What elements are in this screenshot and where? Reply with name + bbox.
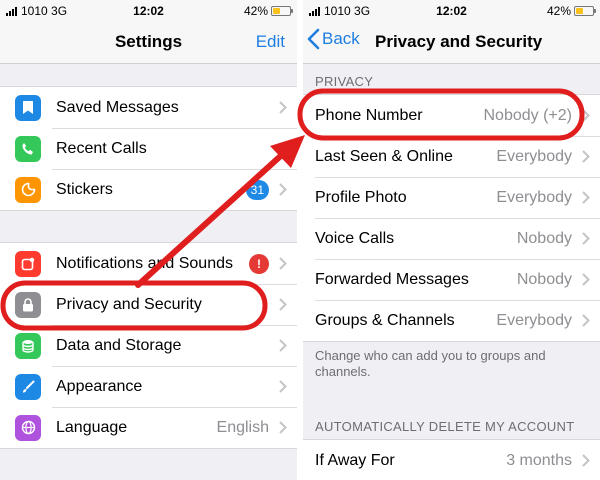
sticker-icon — [15, 176, 41, 203]
back-label: Back — [322, 29, 360, 48]
privacy-item-forwarded-messages[interactable]: Forwarded Messages Nobody — [303, 259, 600, 300]
settings-screen: 1010 3G 12:02 42% Settings Edit Saved Me… — [0, 0, 297, 480]
settings-item-label: Data and Storage — [56, 336, 182, 354]
settings-item-notifications[interactable]: Notifications and Sounds ! — [0, 243, 297, 284]
settings-group-secondary: Notifications and Sounds ! Privacy and S… — [0, 242, 297, 449]
delete-item-label: If Away For — [315, 451, 395, 469]
edit-button[interactable]: Edit — [256, 32, 285, 52]
privacy-item-value: Nobody (+2) — [483, 106, 573, 124]
lock-icon — [15, 291, 41, 318]
chevron-right-icon — [582, 273, 590, 286]
settings-item-label: Saved Messages — [56, 98, 179, 116]
settings-item-label: Appearance — [56, 377, 143, 395]
settings-group-primary: Saved Messages Recent Calls Stickers 31 — [0, 86, 297, 211]
privacy-item-value: Everybody — [496, 188, 572, 206]
privacy-security-screen: 1010 3G 12:02 42% Back Privacy and Secur… — [303, 0, 600, 480]
privacy-item-label: Forwarded Messages — [315, 270, 469, 288]
phone-icon — [15, 135, 41, 162]
navigation-bar: Back Privacy and Security — [303, 22, 600, 64]
settings-item-privacy-security[interactable]: Privacy and Security — [0, 284, 297, 325]
settings-item-data-storage[interactable]: Data and Storage — [0, 325, 297, 366]
delete-account-section-header: AUTOMATICALLY DELETE MY ACCOUNT — [315, 419, 575, 434]
privacy-item-voice-calls[interactable]: Voice Calls Nobody — [303, 218, 600, 259]
battery-icon — [271, 6, 293, 16]
settings-item-label: Language — [56, 418, 128, 436]
groups-footer-note: Change who can add you to groups and cha… — [315, 348, 546, 379]
settings-item-stickers[interactable]: Stickers 31 — [0, 169, 297, 210]
privacy-item-label: Phone Number — [315, 106, 423, 124]
brush-icon — [15, 373, 41, 400]
stickers-count-badge: 31 — [245, 180, 269, 200]
chevron-right-icon — [279, 298, 287, 311]
settings-item-appearance[interactable]: Appearance — [0, 366, 297, 407]
battery-percent: 42% — [546, 4, 571, 18]
privacy-item-label: Last Seen & Online — [315, 147, 453, 165]
settings-item-label: Stickers — [56, 180, 113, 198]
privacy-section-header: PRIVACY — [315, 74, 374, 89]
chevron-right-icon — [279, 101, 287, 114]
delete-account-group: If Away For 3 months — [303, 439, 600, 480]
chevron-right-icon — [582, 109, 590, 122]
battery-icon — [574, 6, 596, 16]
chevron-right-icon — [582, 454, 590, 467]
privacy-item-value: Nobody — [516, 229, 572, 247]
chevron-right-icon — [279, 339, 287, 352]
settings-item-label: Recent Calls — [56, 139, 147, 157]
chevron-right-icon — [279, 142, 287, 155]
chevron-right-icon — [279, 257, 287, 270]
privacy-item-label: Groups & Channels — [315, 311, 455, 329]
privacy-item-groups-channels[interactable]: Groups & Channels Everybody — [303, 300, 600, 341]
navigation-bar: Settings Edit — [0, 22, 297, 64]
privacy-item-label: Voice Calls — [315, 229, 395, 247]
settings-item-recent-calls[interactable]: Recent Calls — [0, 128, 297, 169]
alert-badge: ! — [249, 254, 269, 274]
chevron-right-icon — [279, 380, 287, 393]
globe-icon — [15, 414, 41, 441]
chevron-right-icon — [279, 421, 287, 434]
privacy-settings-group: Phone Number Nobody (+2) Last Seen & Onl… — [303, 94, 600, 342]
chevron-right-icon — [582, 191, 590, 204]
delete-item-if-away-for[interactable]: If Away For 3 months — [303, 440, 600, 480]
back-button[interactable]: Back — [307, 28, 360, 50]
battery-fill — [576, 8, 583, 14]
chevron-left-icon — [307, 28, 320, 50]
settings-item-language[interactable]: Language English — [0, 407, 297, 448]
chevron-right-icon — [582, 314, 590, 327]
chevron-right-icon — [279, 183, 287, 196]
battery-percent: 42% — [243, 4, 268, 18]
settings-item-label: Notifications and Sounds — [56, 254, 233, 272]
bell-icon — [15, 250, 41, 277]
page-title: Settings — [114, 32, 183, 51]
privacy-item-profile-photo[interactable]: Profile Photo Everybody — [303, 177, 600, 218]
settings-item-saved-messages[interactable]: Saved Messages — [0, 87, 297, 128]
privacy-item-last-seen[interactable]: Last Seen & Online Everybody — [303, 136, 600, 177]
language-value: English — [216, 418, 269, 436]
chevron-right-icon — [582, 232, 590, 245]
privacy-item-value: Everybody — [496, 147, 572, 165]
status-bar: 1010 3G 12:02 42% — [303, 0, 600, 22]
battery-fill — [273, 8, 280, 14]
status-bar: 1010 3G 12:02 42% — [0, 0, 297, 22]
delete-item-value: 3 months — [506, 451, 572, 469]
privacy-item-label: Profile Photo — [315, 188, 407, 206]
privacy-item-value: Nobody — [516, 270, 572, 288]
page-title: Privacy and Security — [375, 32, 543, 51]
bookmark-icon — [15, 94, 41, 121]
chevron-right-icon — [582, 150, 590, 163]
privacy-item-phone-number[interactable]: Phone Number Nobody (+2) — [303, 95, 600, 136]
settings-item-label: Privacy and Security — [56, 295, 202, 313]
privacy-item-value: Everybody — [496, 311, 572, 329]
database-icon — [15, 332, 41, 359]
